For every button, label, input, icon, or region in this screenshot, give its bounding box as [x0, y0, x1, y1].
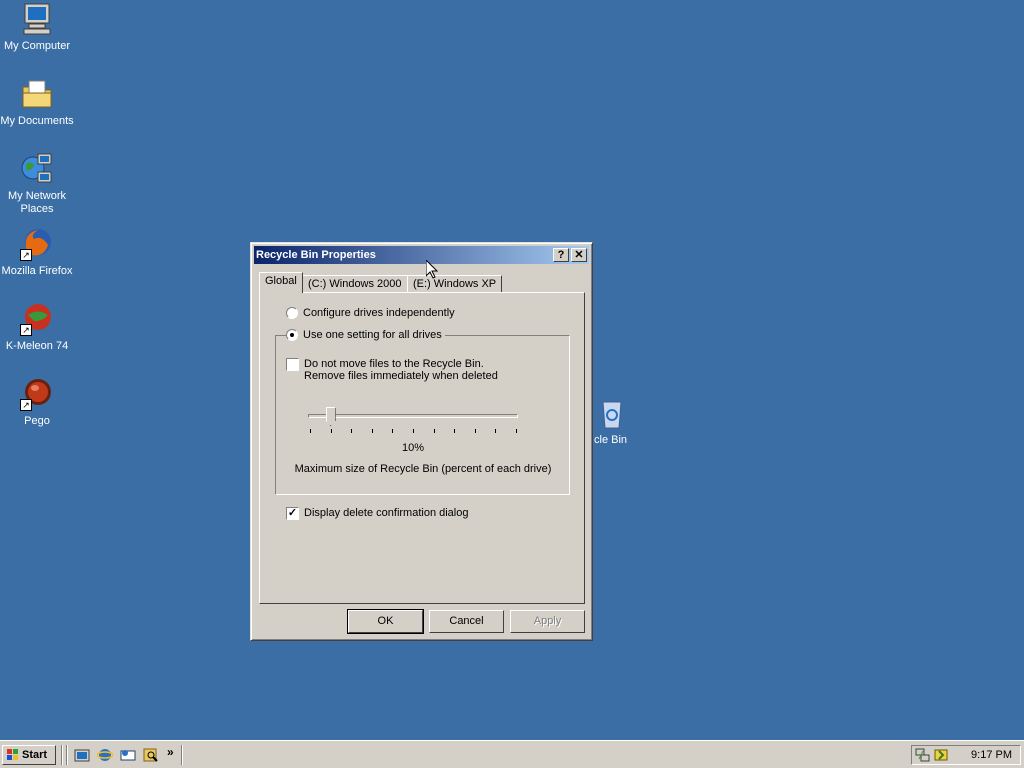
taskbar-separator: [66, 745, 68, 765]
start-button[interactable]: Start: [2, 745, 56, 765]
start-label: Start: [22, 749, 48, 761]
internet-explorer-icon[interactable]: [96, 747, 114, 763]
show-desktop-icon[interactable]: [74, 747, 90, 763]
tab-c-windows-2000[interactable]: (C:) Windows 2000: [302, 275, 408, 292]
power-tray-icon[interactable]: [933, 747, 949, 766]
checkbox-label: Display delete confirmation dialog: [304, 507, 469, 519]
computer-icon: [20, 2, 54, 36]
outlook-express-icon[interactable]: [120, 747, 136, 763]
slider-value-label: 10%: [401, 442, 425, 454]
system-tray: 9:17 PM: [911, 745, 1021, 765]
help-icon: ?: [557, 249, 565, 261]
desktop-icon-label: My Network Places: [7, 190, 67, 215]
close-button[interactable]: ✕: [571, 248, 587, 262]
slider-tick: [372, 429, 373, 433]
radio-use-one-setting[interactable]: Use one setting for all drives: [286, 329, 445, 341]
shortcut-arrow-icon: ↗: [20, 399, 32, 411]
global-tab-panel: Configure drives independently Use one s…: [259, 292, 585, 604]
slider-tick: [310, 429, 311, 433]
taskbar-separator: [181, 745, 183, 765]
slider-tick: [392, 429, 393, 433]
desktop-icon-label: My Computer: [3, 40, 71, 52]
taskbar-separator: [61, 745, 63, 765]
radio-button[interactable]: [286, 307, 298, 319]
tab-label: Global: [265, 275, 297, 287]
slider-tick: [516, 429, 517, 433]
desktop-icon-my-computer[interactable]: My Computer: [0, 2, 74, 53]
ok-button[interactable]: OK: [347, 609, 424, 634]
k-meleon-icon: ↗: [20, 302, 54, 336]
checkbox-label-line1: Do not move files to the Recycle Bin.: [304, 358, 484, 370]
slider-tick: [495, 429, 496, 433]
tab-label: (C:) Windows 2000: [308, 278, 402, 290]
slider-tick: [475, 429, 476, 433]
windows-logo-icon: [6, 749, 20, 761]
slider-tick: [413, 429, 414, 433]
recycle-bin-icon: [591, 398, 625, 430]
pego-icon: ↗: [20, 377, 54, 411]
slider-caption: Maximum size of Recycle Bin (percent of …: [294, 463, 552, 475]
slider-tick: [331, 429, 332, 433]
shortcut-arrow-icon: ↗: [20, 324, 32, 336]
cancel-button[interactable]: Cancel: [429, 610, 504, 633]
desktop-icon-mozilla-firefox[interactable]: ↗ Mozilla Firefox: [0, 227, 74, 278]
help-button[interactable]: ?: [553, 248, 569, 262]
desktop-icon-label: Mozilla Firefox: [1, 265, 73, 277]
window-title: Recycle Bin Properties: [256, 249, 376, 261]
title-bar[interactable]: Recycle Bin Properties ? ✕: [254, 246, 589, 264]
network-tray-icon[interactable]: [915, 747, 931, 766]
close-icon: ✕: [574, 249, 584, 261]
desktop-icon-my-documents[interactable]: My Documents: [0, 77, 74, 128]
desktop-icon-label: K-Meleon 74: [5, 340, 69, 352]
checkbox-display-confirmation[interactable]: ✓ Display delete confirmation dialog: [286, 507, 468, 520]
checkbox-checked[interactable]: ✓: [286, 507, 299, 520]
taskbar: Start » 9:17 PM: [0, 740, 1024, 768]
slider-tick: [351, 429, 352, 433]
desktop-icon-label: My Documents: [0, 115, 74, 127]
desktop-icon-my-network-places[interactable]: My Network Places: [0, 152, 74, 216]
slider-tick: [454, 429, 455, 433]
checkbox-do-not-move[interactable]: Do not move files to the Recycle Bin. Re…: [286, 358, 498, 382]
shortcut-arrow-icon: ↗: [20, 249, 32, 261]
recycle-bin-properties-dialog: Recycle Bin Properties ? ✕ Global (C:) W…: [250, 242, 593, 641]
firefox-icon: ↗: [20, 227, 54, 261]
slider-tick: [434, 429, 435, 433]
radio-label: Use one setting for all drives: [303, 329, 442, 341]
network-places-icon: [20, 152, 54, 186]
desktop-icon-pego[interactable]: ↗ Pego: [0, 377, 74, 428]
apply-button[interactable]: Apply: [510, 610, 585, 633]
radio-label: Configure drives independently: [303, 307, 455, 319]
tab-e-windows-xp[interactable]: (E:) Windows XP: [407, 275, 503, 292]
quick-launch-chevron[interactable]: »: [167, 745, 174, 759]
checkbox[interactable]: [286, 358, 299, 371]
search-icon[interactable]: [143, 747, 159, 763]
tab-global[interactable]: Global: [259, 272, 303, 293]
clock[interactable]: 9:17 PM: [971, 749, 1012, 761]
mouse-cursor-icon: [425, 258, 439, 282]
radio-configure-independently[interactable]: Configure drives independently: [286, 307, 455, 319]
documents-folder-icon: [20, 77, 54, 111]
slider-track[interactable]: [308, 414, 518, 418]
radio-button-selected[interactable]: [286, 329, 298, 341]
checkbox-label-line2: Remove files immediately when deleted: [304, 370, 498, 382]
checkbox-label: Do not move files to the Recycle Bin. Re…: [304, 358, 498, 382]
desktop-icon-label: Pego: [24, 415, 50, 427]
desktop-icon-k-meleon[interactable]: ↗ K-Meleon 74: [0, 302, 74, 353]
